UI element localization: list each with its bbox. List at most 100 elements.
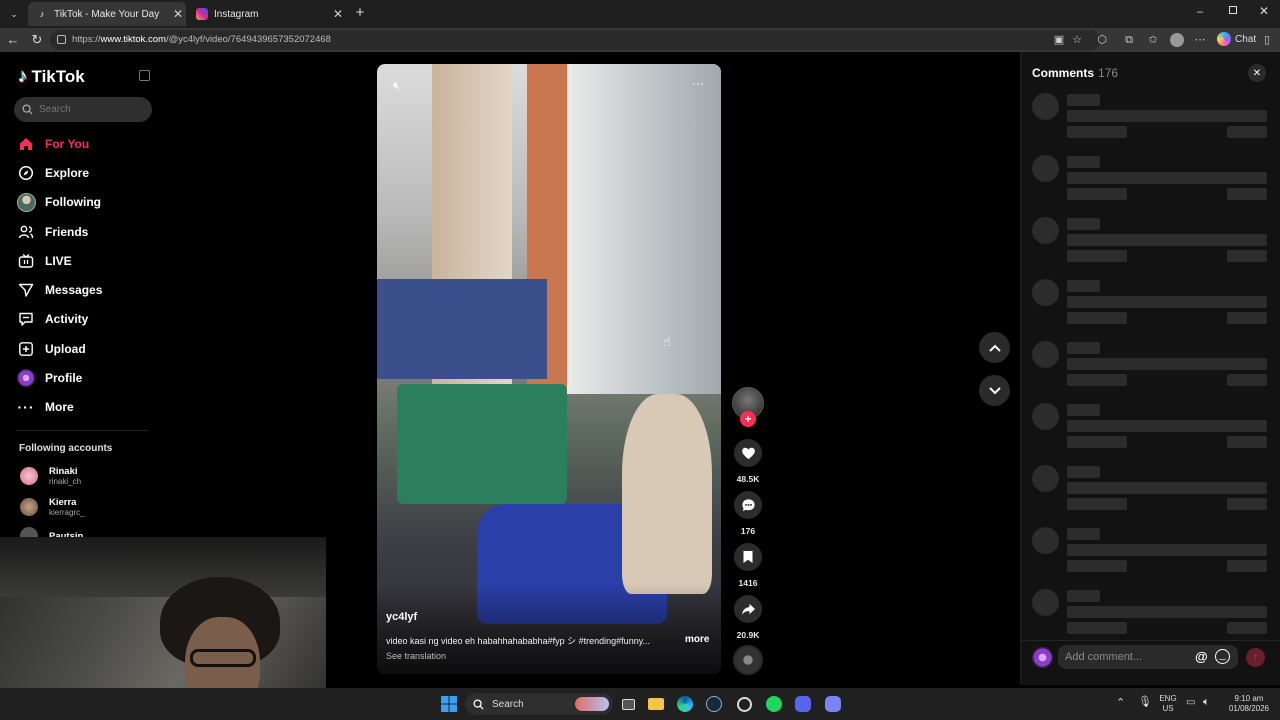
upload-plus-icon [16, 339, 36, 359]
tab-tiktok[interactable]: ♪ TikTok - Make Your Day ✕ [28, 2, 186, 26]
language-indicator[interactable]: ENG US [1156, 694, 1180, 714]
search-box[interactable] [14, 97, 152, 122]
nav-messages[interactable]: Messages [16, 280, 102, 300]
nav-live[interactable]: LIVE [16, 251, 72, 271]
skeleton-line [1067, 188, 1127, 200]
settings-more-icon[interactable]: ⋯ [1193, 33, 1207, 47]
share-arrow-icon [741, 603, 755, 615]
new-tab-button[interactable]: + [352, 5, 368, 21]
split-screen-icon[interactable]: ⧉ [1122, 33, 1136, 47]
nav-friends[interactable]: Friends [16, 222, 88, 242]
follow-plus-button[interactable]: + [740, 411, 756, 427]
windows-start-icon[interactable] [439, 694, 459, 714]
skeleton-line [1067, 358, 1267, 370]
skeleton-avatar [1032, 403, 1059, 430]
favorite-star-icon[interactable]: ☆ [1070, 33, 1084, 47]
spotify-icon[interactable] [764, 694, 784, 714]
file-explorer-icon[interactable] [646, 694, 666, 714]
nav-upload[interactable]: Upload [16, 339, 86, 359]
comments-title: Comments 176 [1032, 66, 1119, 80]
previous-video-button[interactable] [979, 332, 1010, 363]
comment-button[interactable] [734, 491, 762, 519]
skeleton-line [1227, 374, 1267, 386]
nav-label: LIVE [45, 254, 72, 268]
close-window-button[interactable]: ✕ [1259, 4, 1269, 18]
nav-profile[interactable]: Profile [16, 368, 82, 388]
system-app-icon[interactable] [734, 694, 754, 714]
microphone-icon[interactable]: 🎙︎ [1138, 697, 1152, 708]
minimize-button[interactable]: – [1197, 6, 1203, 18]
video-tricycle [397, 384, 567, 504]
back-icon[interactable]: ← [5, 32, 21, 48]
skeleton-avatar [1032, 341, 1059, 368]
tab-list-button[interactable]: ⌄ [6, 6, 22, 22]
like-count: 48.5K [736, 474, 760, 484]
emoji-icon[interactable]: ‿ [1215, 649, 1230, 664]
tab-title: TikTok - Make Your Day [54, 8, 160, 20]
sidebar-toggle-icon[interactable]: ▯ [1260, 33, 1274, 47]
nav-activity[interactable]: Activity [16, 309, 88, 329]
share-button[interactable] [734, 595, 762, 623]
url-text[interactable]: https://www.tiktok.com/@yc4lyf/video/764… [72, 34, 331, 45]
reload-icon[interactable]: ↻ [29, 32, 45, 48]
share-count: 20.9K [736, 630, 760, 640]
account-item-kierra[interactable]: Kierra kierragrc_ [20, 497, 85, 517]
steam-icon[interactable] [704, 694, 724, 714]
taskbar-search[interactable]: Search [465, 693, 613, 715]
logo-text: TikTok [31, 67, 85, 86]
save-button[interactable] [734, 543, 762, 571]
search-input[interactable] [39, 104, 139, 115]
volume-icon[interactable]: 🔇︎ [393, 78, 401, 93]
task-view-icon[interactable] [618, 694, 638, 714]
home-icon [16, 134, 36, 154]
like-button[interactable] [734, 439, 762, 467]
extensions-icon[interactable]: ⬡ [1095, 33, 1109, 47]
close-comments-button[interactable]: ✕ [1248, 64, 1266, 82]
tab-instagram[interactable]: Instagram ✕ [188, 2, 346, 26]
network-icon[interactable]: ▭ [1186, 698, 1195, 708]
post-comment-button[interactable]: ↑ [1246, 648, 1265, 667]
volume-tray-icon[interactable]: 🔈︎ [1203, 697, 1210, 708]
skeleton-line [1067, 544, 1267, 556]
app-view-icon[interactable]: ▣ [1052, 33, 1066, 47]
music-disc-avatar[interactable] [733, 645, 763, 675]
skeleton-avatar [1032, 155, 1059, 182]
nav-explore[interactable]: Explore [16, 163, 89, 183]
account-item-rinaki[interactable]: Rinaki rinaki_ch [20, 466, 81, 486]
close-tab-icon[interactable]: ✕ [170, 7, 186, 21]
more-dots-icon: ··· [17, 399, 35, 415]
video-options-icon[interactable]: ··· [692, 76, 704, 90]
see-translation-link[interactable]: See translation [386, 651, 446, 661]
clock[interactable]: 9:10 am 01/08/2026 [1222, 694, 1276, 714]
close-tab-icon[interactable]: ✕ [330, 7, 346, 21]
add-comment-placeholder: Add comment... [1065, 651, 1143, 663]
user-avatar [1032, 647, 1053, 668]
tray-overflow-icon[interactable]: ⌃ [1116, 698, 1125, 709]
search-highlight-icon [575, 697, 609, 711]
profile-avatar[interactable] [1170, 33, 1184, 47]
copilot-chat-button[interactable]: Chat [1217, 32, 1256, 46]
video-person [622, 394, 712, 594]
edge-browser-icon[interactable] [675, 694, 695, 714]
search-icon [473, 698, 484, 710]
nav-following[interactable]: Following [16, 192, 101, 212]
video-building-right [567, 64, 721, 394]
video-username[interactable]: yc4lyf [386, 611, 417, 623]
chevron-down-icon [988, 386, 1001, 394]
discord-icon[interactable] [793, 694, 813, 714]
caption-more-link[interactable]: more [685, 634, 709, 645]
tiktok-logo[interactable]: ♪ TikTok [18, 66, 85, 88]
chevron-up-icon [988, 344, 1001, 352]
video-player[interactable]: 🔇︎ ··· [377, 64, 721, 674]
discord-ptb-icon[interactable] [823, 694, 843, 714]
favorites-icon[interactable]: ✩ [1146, 33, 1160, 47]
heart-icon [741, 447, 755, 460]
site-info-icon[interactable] [57, 35, 66, 44]
nav-for-you[interactable]: For You [16, 134, 89, 154]
mention-icon[interactable]: @ [1195, 649, 1208, 664]
maximize-button[interactable] [1229, 6, 1237, 14]
collapse-sidebar-icon[interactable] [139, 70, 150, 81]
nav-more[interactable]: ··· More [16, 397, 74, 417]
add-comment-input[interactable]: Add comment... [1058, 645, 1238, 669]
next-video-button[interactable] [979, 375, 1010, 406]
